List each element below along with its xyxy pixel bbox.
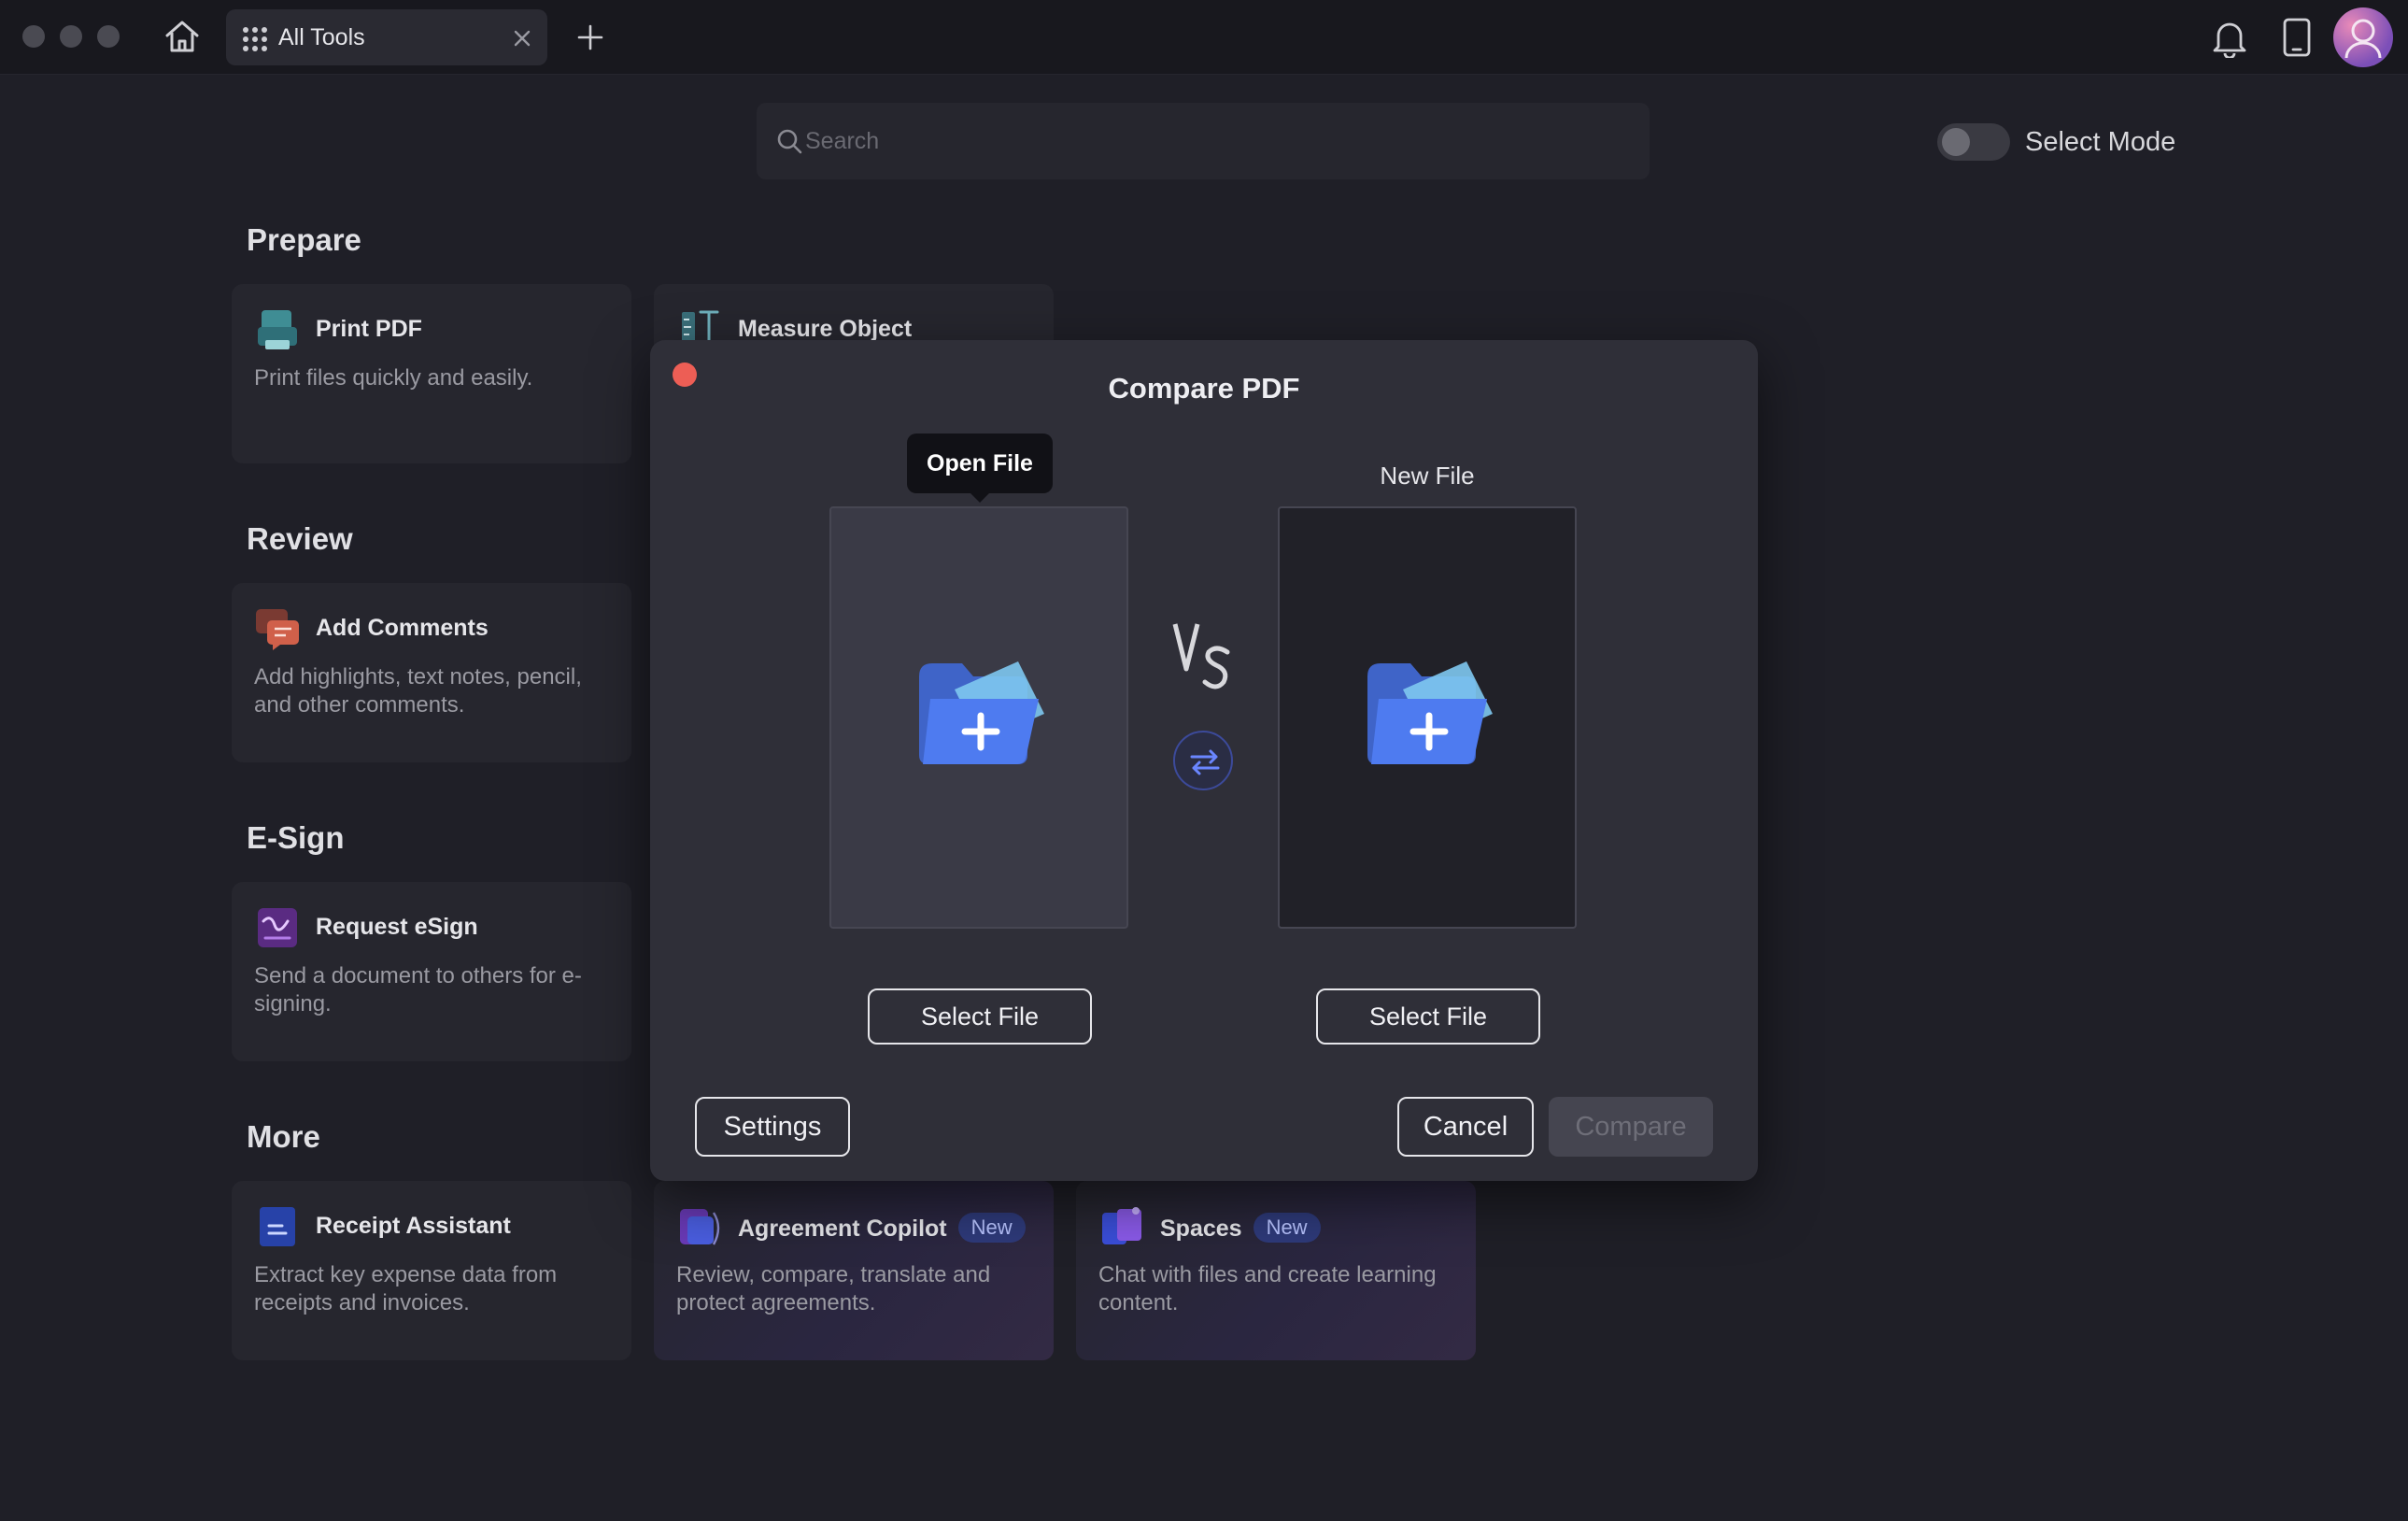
comment-icon	[254, 605, 301, 652]
cancel-button[interactable]: Cancel	[1397, 1097, 1534, 1157]
avatar[interactable]	[2333, 7, 2393, 67]
section-title-review: Review	[247, 521, 353, 556]
signature-icon	[254, 904, 301, 951]
tool-card-add-comments[interactable]: Add Comments Add highlights, text notes,…	[232, 583, 631, 762]
receipt-icon	[254, 1203, 301, 1250]
search-bar	[757, 103, 1650, 179]
new-badge: New	[957, 1213, 1026, 1243]
tool-card-print-pdf[interactable]: Print PDF Print files quickly and easily…	[232, 284, 631, 463]
compare-button[interactable]: Compare	[1549, 1097, 1713, 1157]
new-file-label: New File	[1380, 462, 1475, 490]
tool-card-spaces[interactable]: Spaces New Chat with files and create lea…	[1076, 1181, 1476, 1360]
section-title-esign: E-Sign	[247, 820, 345, 855]
swap-icon	[1190, 749, 1220, 775]
tool-card-receipt-assistant[interactable]: Receipt Assistant Extract key expense da…	[232, 1181, 631, 1360]
close-icon[interactable]	[512, 28, 532, 49]
toggle-knob	[1942, 128, 1970, 156]
card-description: Add highlights, text notes, pencil, and …	[254, 664, 582, 718]
open-file-tooltip: Open File	[907, 434, 1053, 503]
search-input[interactable]	[805, 120, 1627, 163]
card-description: Extract key expense data from receipts a…	[254, 1262, 558, 1315]
card-title: Add Comments	[316, 615, 489, 641]
card-description: Chat with files and create learning cont…	[1098, 1262, 1437, 1315]
window-close-button[interactable]	[22, 25, 45, 48]
card-description: Send a document to others for e-signing.	[254, 963, 582, 1016]
card-title: Spaces New	[1160, 1213, 1321, 1243]
card-title: Receipt Assistant	[316, 1213, 511, 1239]
swap-files-button[interactable]	[1173, 731, 1233, 790]
section-title-more: More	[247, 1119, 320, 1154]
card-description: Review, compare, translate and protect a…	[676, 1262, 991, 1315]
search-icon	[775, 127, 803, 155]
card-description: Print files quickly and easily.	[254, 365, 533, 391]
home-icon[interactable]	[163, 17, 202, 56]
plus-icon[interactable]	[575, 22, 605, 52]
tool-card-agreement-copilot[interactable]: Agreement Copilot New Review, compare, tr…	[654, 1181, 1054, 1360]
old-file-drop-zone[interactable]	[829, 506, 1128, 929]
window-minimize-button[interactable]	[60, 25, 82, 48]
card-title: Agreement Copilot New	[738, 1213, 1026, 1243]
device-icon[interactable]	[2281, 17, 2313, 58]
window-zoom-button[interactable]	[97, 25, 120, 48]
settings-button[interactable]: Settings	[695, 1097, 850, 1157]
card-title: Measure Object	[738, 316, 913, 342]
tool-card-request-esign[interactable]: Request eSign Send a document to others …	[232, 882, 631, 1061]
printer-icon	[254, 306, 301, 353]
select-new-file-button[interactable]: Select File	[1316, 988, 1540, 1045]
new-file-drop-zone[interactable]	[1278, 506, 1577, 929]
vs-icon	[1171, 620, 1237, 695]
agreement-icon	[676, 1203, 723, 1250]
grid-icon	[241, 25, 269, 53]
folder-add-icon	[915, 658, 1046, 770]
tab-label: All Tools	[278, 24, 365, 50]
bell-icon[interactable]	[2210, 17, 2249, 60]
spaces-icon	[1098, 1203, 1145, 1250]
compare-pdf-dialog: Compare PDF Open File New File Select Fi…	[650, 340, 1758, 1181]
section-title-prepare: Prepare	[247, 222, 361, 257]
tab-all-tools[interactable]: All Tools	[226, 9, 547, 65]
dialog-title: Compare PDF	[1108, 372, 1300, 405]
select-mode-label: Select Mode	[2025, 127, 2176, 157]
card-title: Print PDF	[316, 316, 422, 342]
new-badge: New	[1253, 1213, 1321, 1243]
folder-add-icon	[1364, 658, 1494, 770]
card-title: Request eSign	[316, 914, 478, 940]
select-mode-toggle[interactable]	[1937, 123, 2010, 161]
select-old-file-button[interactable]: Select File	[868, 988, 1092, 1045]
title-bar: All Tools	[0, 0, 2408, 75]
